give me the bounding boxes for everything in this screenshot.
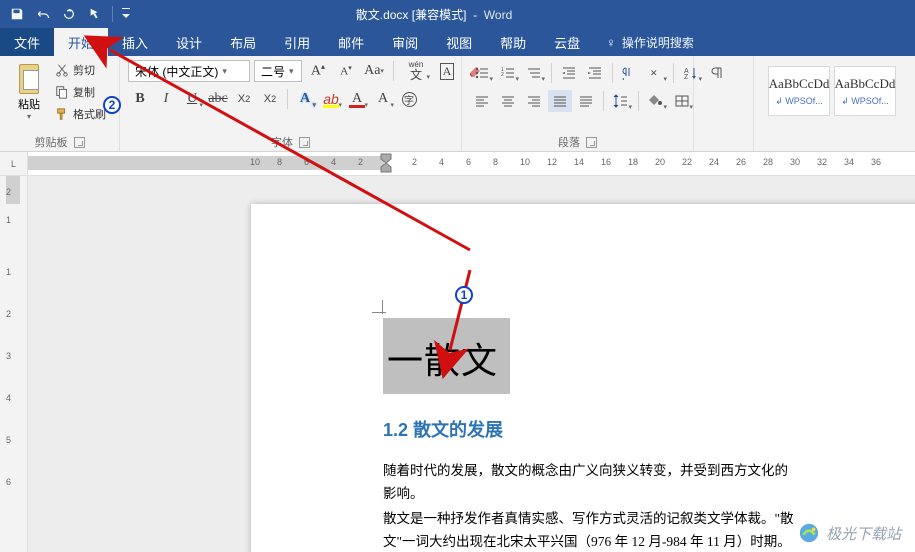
redo-button[interactable]: [58, 3, 80, 25]
touch-mode-button[interactable]: [84, 3, 106, 25]
align-distribute-button[interactable]: [574, 90, 598, 112]
svg-text:Z: Z: [684, 74, 689, 80]
style-item[interactable]: AaBbCcDd ↲ WPSOf...: [834, 66, 896, 116]
tell-me-search[interactable]: ♀ 操作说明搜索: [606, 28, 694, 56]
font-color-button[interactable]: A: [345, 88, 369, 110]
title-bar: 散文.docx [兼容模式] - Word: [0, 0, 915, 28]
indent-decrease-button[interactable]: [557, 62, 581, 84]
line-spacing-button[interactable]: [609, 90, 633, 112]
svg-text:✕: ✕: [650, 68, 658, 78]
group-font: 宋体 (中文正文)▾ 二号▾ A▴ A▾ Aa▾ wén文 A B I: [120, 56, 462, 151]
dialog-launcher-icon[interactable]: [74, 137, 85, 148]
doc-paragraph[interactable]: 随着时代的发展，散文的概念由广义向狭义转变，并受到西方文化的影响。: [383, 460, 799, 506]
strikethrough-button[interactable]: abc: [206, 88, 230, 110]
underline-button[interactable]: U: [180, 88, 204, 110]
doc-heading-1[interactable]: 一散文: [387, 341, 498, 381]
paste-icon: [15, 62, 43, 94]
vertical-ruler[interactable]: 21123456: [0, 176, 28, 552]
tab-home[interactable]: 开始: [54, 28, 108, 56]
app-name: Word: [484, 8, 512, 22]
doc-paragraph[interactable]: 散文是一种抒发作者真情实感、写作方式灵活的记叙类文学体裁。"散文"一词大约出现在…: [383, 508, 799, 552]
tab-design[interactable]: 设计: [162, 28, 216, 56]
align-right-button[interactable]: [522, 90, 546, 112]
font-name-combo[interactable]: 宋体 (中文正文)▾: [128, 60, 250, 82]
shrink-font-button[interactable]: A▾: [334, 60, 358, 82]
font-size-combo[interactable]: 二号▾: [254, 60, 302, 82]
copy-button[interactable]: 复制: [52, 82, 109, 102]
group-label-paragraph: 段落: [470, 133, 685, 151]
document-name: 散文.docx: [356, 8, 409, 22]
window-title: 散文.docx [兼容模式] - Word: [133, 6, 735, 23]
char-spacing-button[interactable]: ✕: [644, 62, 668, 84]
quick-access-toolbar: [0, 3, 133, 25]
dialog-launcher-icon[interactable]: [299, 137, 310, 148]
indent-increase-button[interactable]: [583, 62, 607, 84]
tell-me-label: 操作说明搜索: [622, 34, 694, 51]
grow-font-button[interactable]: A▴: [306, 60, 330, 82]
page[interactable]: 一散文 1.2 散文的发展 随着时代的发展，散文的概念由广义向狭义转变，并受到西…: [251, 204, 915, 552]
borders-button[interactable]: [670, 90, 694, 112]
align-justify-button[interactable]: [548, 90, 572, 112]
shading-button[interactable]: [644, 90, 668, 112]
tab-help[interactable]: 帮助: [486, 28, 540, 56]
ribbon-tabs: 文件 开始 插入 设计 布局 引用 邮件 审阅 视图 帮助 云盘 ♀ 操作说明搜…: [0, 28, 915, 56]
tab-selector[interactable]: L: [0, 152, 28, 175]
tab-file[interactable]: 文件: [0, 28, 54, 56]
group-clipboard: 粘贴 ▾ 剪切 复制 格式刷 剪贴板: [0, 56, 120, 151]
change-case-button[interactable]: Aa▾: [362, 60, 386, 82]
watermark: 极光下载站: [798, 522, 901, 544]
undo-button[interactable]: [32, 3, 54, 25]
ltr-button[interactable]: [618, 62, 642, 84]
enclose-char-button[interactable]: 字: [397, 88, 421, 110]
tab-insert[interactable]: 插入: [108, 28, 162, 56]
compat-mode: [兼容模式]: [412, 8, 467, 22]
char-shading-button[interactable]: A: [371, 88, 395, 110]
style-item[interactable]: AaBbCcDd ↲ WPSOf...: [768, 66, 830, 116]
bold-button[interactable]: B: [128, 88, 152, 110]
document-area: 21123456 一散文 1.2 散文的发展 随着时代的发展，散文的概念由广义向…: [0, 176, 915, 552]
dialog-launcher-icon[interactable]: [586, 137, 597, 148]
group-paragraph: 12 ✕ AZ: [462, 56, 694, 151]
numbering-button[interactable]: 12: [496, 62, 520, 84]
italic-button[interactable]: I: [154, 88, 178, 110]
tab-review[interactable]: 审阅: [378, 28, 432, 56]
align-left-button[interactable]: [470, 90, 494, 112]
selection-highlight: 一散文: [383, 318, 510, 394]
tab-mailings[interactable]: 邮件: [324, 28, 378, 56]
horizontal-ruler[interactable]: L 10864224681012141618202224262830323436: [0, 152, 915, 176]
tab-view[interactable]: 视图: [432, 28, 486, 56]
tab-cloud[interactable]: 云盘: [540, 28, 594, 56]
highlight-button[interactable]: ab: [319, 88, 343, 110]
separator: [112, 6, 113, 22]
show-marks-button[interactable]: [705, 62, 729, 84]
tab-references[interactable]: 引用: [270, 28, 324, 56]
char-border-button[interactable]: A: [435, 60, 459, 82]
group-label-clipboard: 剪贴板: [8, 133, 111, 151]
svg-text:2: 2: [501, 72, 504, 78]
align-center-button[interactable]: [496, 90, 520, 112]
ribbon: 粘贴 ▾ 剪切 复制 格式刷 剪贴板: [0, 56, 915, 152]
group-label-font: 字体: [128, 133, 453, 151]
format-painter-button[interactable]: 格式刷: [52, 104, 109, 124]
doc-heading-2[interactable]: 1.2 散文的发展: [383, 416, 799, 442]
save-button[interactable]: [6, 3, 28, 25]
phonetic-guide-button[interactable]: wén文: [401, 60, 431, 82]
subscript-button[interactable]: X2: [232, 88, 256, 110]
customize-qa-button[interactable]: [119, 3, 133, 25]
paste-button[interactable]: 粘贴 ▾: [8, 60, 50, 121]
superscript-button[interactable]: X2: [258, 88, 282, 110]
bullets-button[interactable]: [470, 62, 494, 84]
lightbulb-icon: ♀: [606, 35, 616, 50]
multilevel-button[interactable]: [522, 62, 546, 84]
sort-button[interactable]: AZ: [679, 62, 703, 84]
tab-layout[interactable]: 布局: [216, 28, 270, 56]
text-effects-button[interactable]: A: [293, 88, 317, 110]
group-styles: AaBbCcDd ↲ WPSOf... AaBbCcDd ↲ WPSOf...: [754, 56, 915, 151]
cut-button[interactable]: 剪切: [52, 60, 109, 80]
